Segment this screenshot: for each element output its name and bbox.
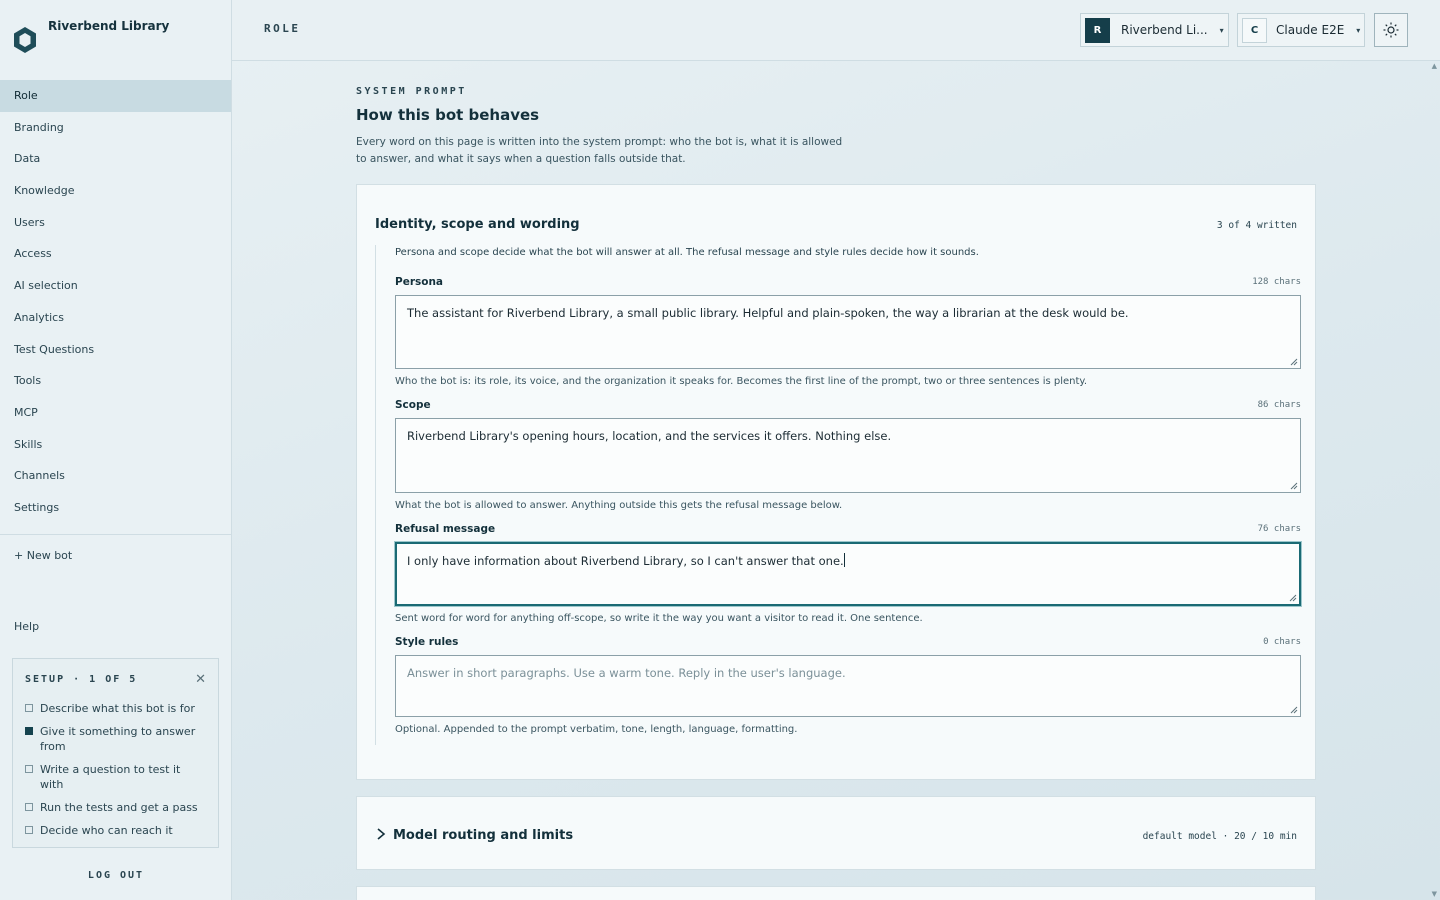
org-badge: R [1085,17,1110,43]
scope-help: What the bot is allowed to answer. Anyth… [395,500,843,511]
setup-item[interactable]: Decide who can reach it [13,819,218,842]
setup-item-label: Give it something to answer from [40,725,196,753]
checkbox-icon [25,803,33,811]
new-bot-button[interactable]: + New bot [0,535,231,576]
resize-handle-icon[interactable] [1289,594,1297,602]
checkbox-icon [25,704,33,712]
sidebar-item-test-questions[interactable]: Test Questions [0,334,231,366]
sun-icon [1383,22,1399,38]
theme-toggle-button[interactable] [1374,13,1408,47]
scope-char-count: 86 chars [1257,400,1301,410]
setup-item[interactable]: Give it something to answer from [13,720,218,758]
setup-item-label: Write a question to test it with [40,763,181,791]
help-link[interactable]: Help [14,620,39,633]
page-description: Every word on this page is written into … [356,136,843,165]
sidebar-item-analytics[interactable]: Analytics [0,302,231,334]
user-name: Claude E2E [1276,23,1345,37]
page-title: ROLE [264,22,301,35]
style-help: Optional. Appended to the prompt verbati… [395,724,798,735]
scroll-up-arrow-icon[interactable]: ▲ [1432,62,1437,70]
routing-card-title: Model routing and limits [393,828,574,843]
user-select[interactable]: C Claude E2E ▾ [1237,13,1365,47]
setup-title: SETUP · 1 OF 5 [25,674,138,685]
identity-card: Identity, scope and wording 3 of 4 writt… [356,184,1316,780]
persona-value: The assistant for Riverbend Library, a s… [407,306,1129,320]
scroll-down-arrow-icon[interactable]: ▼ [1432,890,1437,898]
sidebar-item-role[interactable]: Role [0,80,231,112]
sidebar-item-mcp[interactable]: MCP [0,397,231,429]
sidebar-item-ai-selection[interactable]: AI selection [0,270,231,302]
main-content: SYSTEM PROMPT How this bot behaves Every… [232,61,1430,900]
checkbox-icon [25,765,33,773]
persona-textarea[interactable]: The assistant for Riverbend Library, a s… [395,295,1301,369]
persona-help: Who the bot is: its role, its voice, and… [395,376,1088,387]
refusal-value: I only have information about Riverbend … [407,554,844,568]
resize-handle-icon[interactable] [1290,706,1298,714]
routing-card-meta: default model · 20 / 10 min [1142,831,1297,842]
brand-name: Riverbend Library [48,19,170,33]
text-cursor [843,553,845,567]
close-icon[interactable]: ✕ [195,672,206,687]
sidebar-nav: Role Branding Data Knowledge Users Acces… [0,80,231,524]
refusal-char-count: 76 chars [1257,524,1301,534]
setup-checklist: SETUP · 1 OF 5 ✕ Describe what this bot … [12,658,219,848]
org-select[interactable]: R Riverbend Li... ▾ [1080,13,1229,47]
page-heading: How this bot behaves [356,106,540,124]
persona-label: Persona [395,276,444,288]
brand[interactable]: Riverbend Library [0,0,231,80]
sidebar-item-branding[interactable]: Branding [0,112,231,144]
setup-item-label: Run the tests and get a pass [40,801,198,814]
resize-handle-icon[interactable] [1290,482,1298,490]
sidebar-item-users[interactable]: Users [0,207,231,239]
card-title: Identity, scope and wording [375,217,580,232]
sidebar-item-access[interactable]: Access [0,238,231,270]
card-intro: Persona and scope decide what the bot wi… [395,247,979,258]
refusal-label: Refusal message [395,523,496,535]
style-placeholder: Answer in short paragraphs. Use a warm t… [407,666,846,680]
user-badge: C [1242,17,1267,43]
sidebar-item-skills[interactable]: Skills [0,429,231,461]
routing-card[interactable]: Model routing and limits default model ·… [356,796,1316,870]
scope-label: Scope [395,399,431,411]
card-count: 3 of 4 written [1216,220,1297,231]
topbar: ROLE R Riverbend Li... ▾ C Claude E2E ▾ [232,0,1440,61]
setup-item[interactable]: Write a question to test it with [13,758,218,796]
style-char-count: 0 chars [1263,637,1301,647]
checkbox-icon [25,826,33,834]
scope-value: Riverbend Library's opening hours, locat… [407,429,892,443]
style-label: Style rules [395,636,459,648]
sidebar-item-data[interactable]: Data [0,143,231,175]
section-eyebrow: SYSTEM PROMPT [356,86,467,97]
refusal-textarea[interactable]: I only have information about Riverbend … [395,542,1301,606]
refusal-help: Sent word for word for anything off-scop… [395,613,923,624]
setup-item[interactable]: Run the tests and get a pass [13,796,218,819]
hexagon-logo-icon [14,27,36,53]
chevron-right-icon[interactable] [375,826,387,842]
resize-handle-icon[interactable] [1290,358,1298,366]
persona-char-count: 128 chars [1252,277,1301,287]
scope-textarea[interactable]: Riverbend Library's opening hours, locat… [395,418,1301,493]
sidebar-item-channels[interactable]: Channels [0,460,231,492]
style-rules-textarea[interactable]: Answer in short paragraphs. Use a warm t… [395,655,1301,717]
chevron-down-icon: ▾ [1356,25,1361,35]
setup-item-label: Describe what this bot is for [40,702,195,715]
collapsed-card[interactable] [356,886,1316,900]
setup-item[interactable]: Describe what this bot is for [13,697,218,720]
checkbox-checked-icon [25,727,33,735]
sidebar-item-knowledge[interactable]: Knowledge [0,175,231,207]
setup-item-label: Decide who can reach it [40,824,173,837]
sidebar: Riverbend Library Role Branding Data Kno… [0,0,232,900]
sidebar-item-settings[interactable]: Settings [0,492,231,524]
logout-button[interactable]: LOG OUT [0,870,232,881]
org-name: Riverbend Li... [1121,23,1208,37]
sidebar-item-tools[interactable]: Tools [0,365,231,397]
chevron-down-icon: ▾ [1219,25,1224,35]
